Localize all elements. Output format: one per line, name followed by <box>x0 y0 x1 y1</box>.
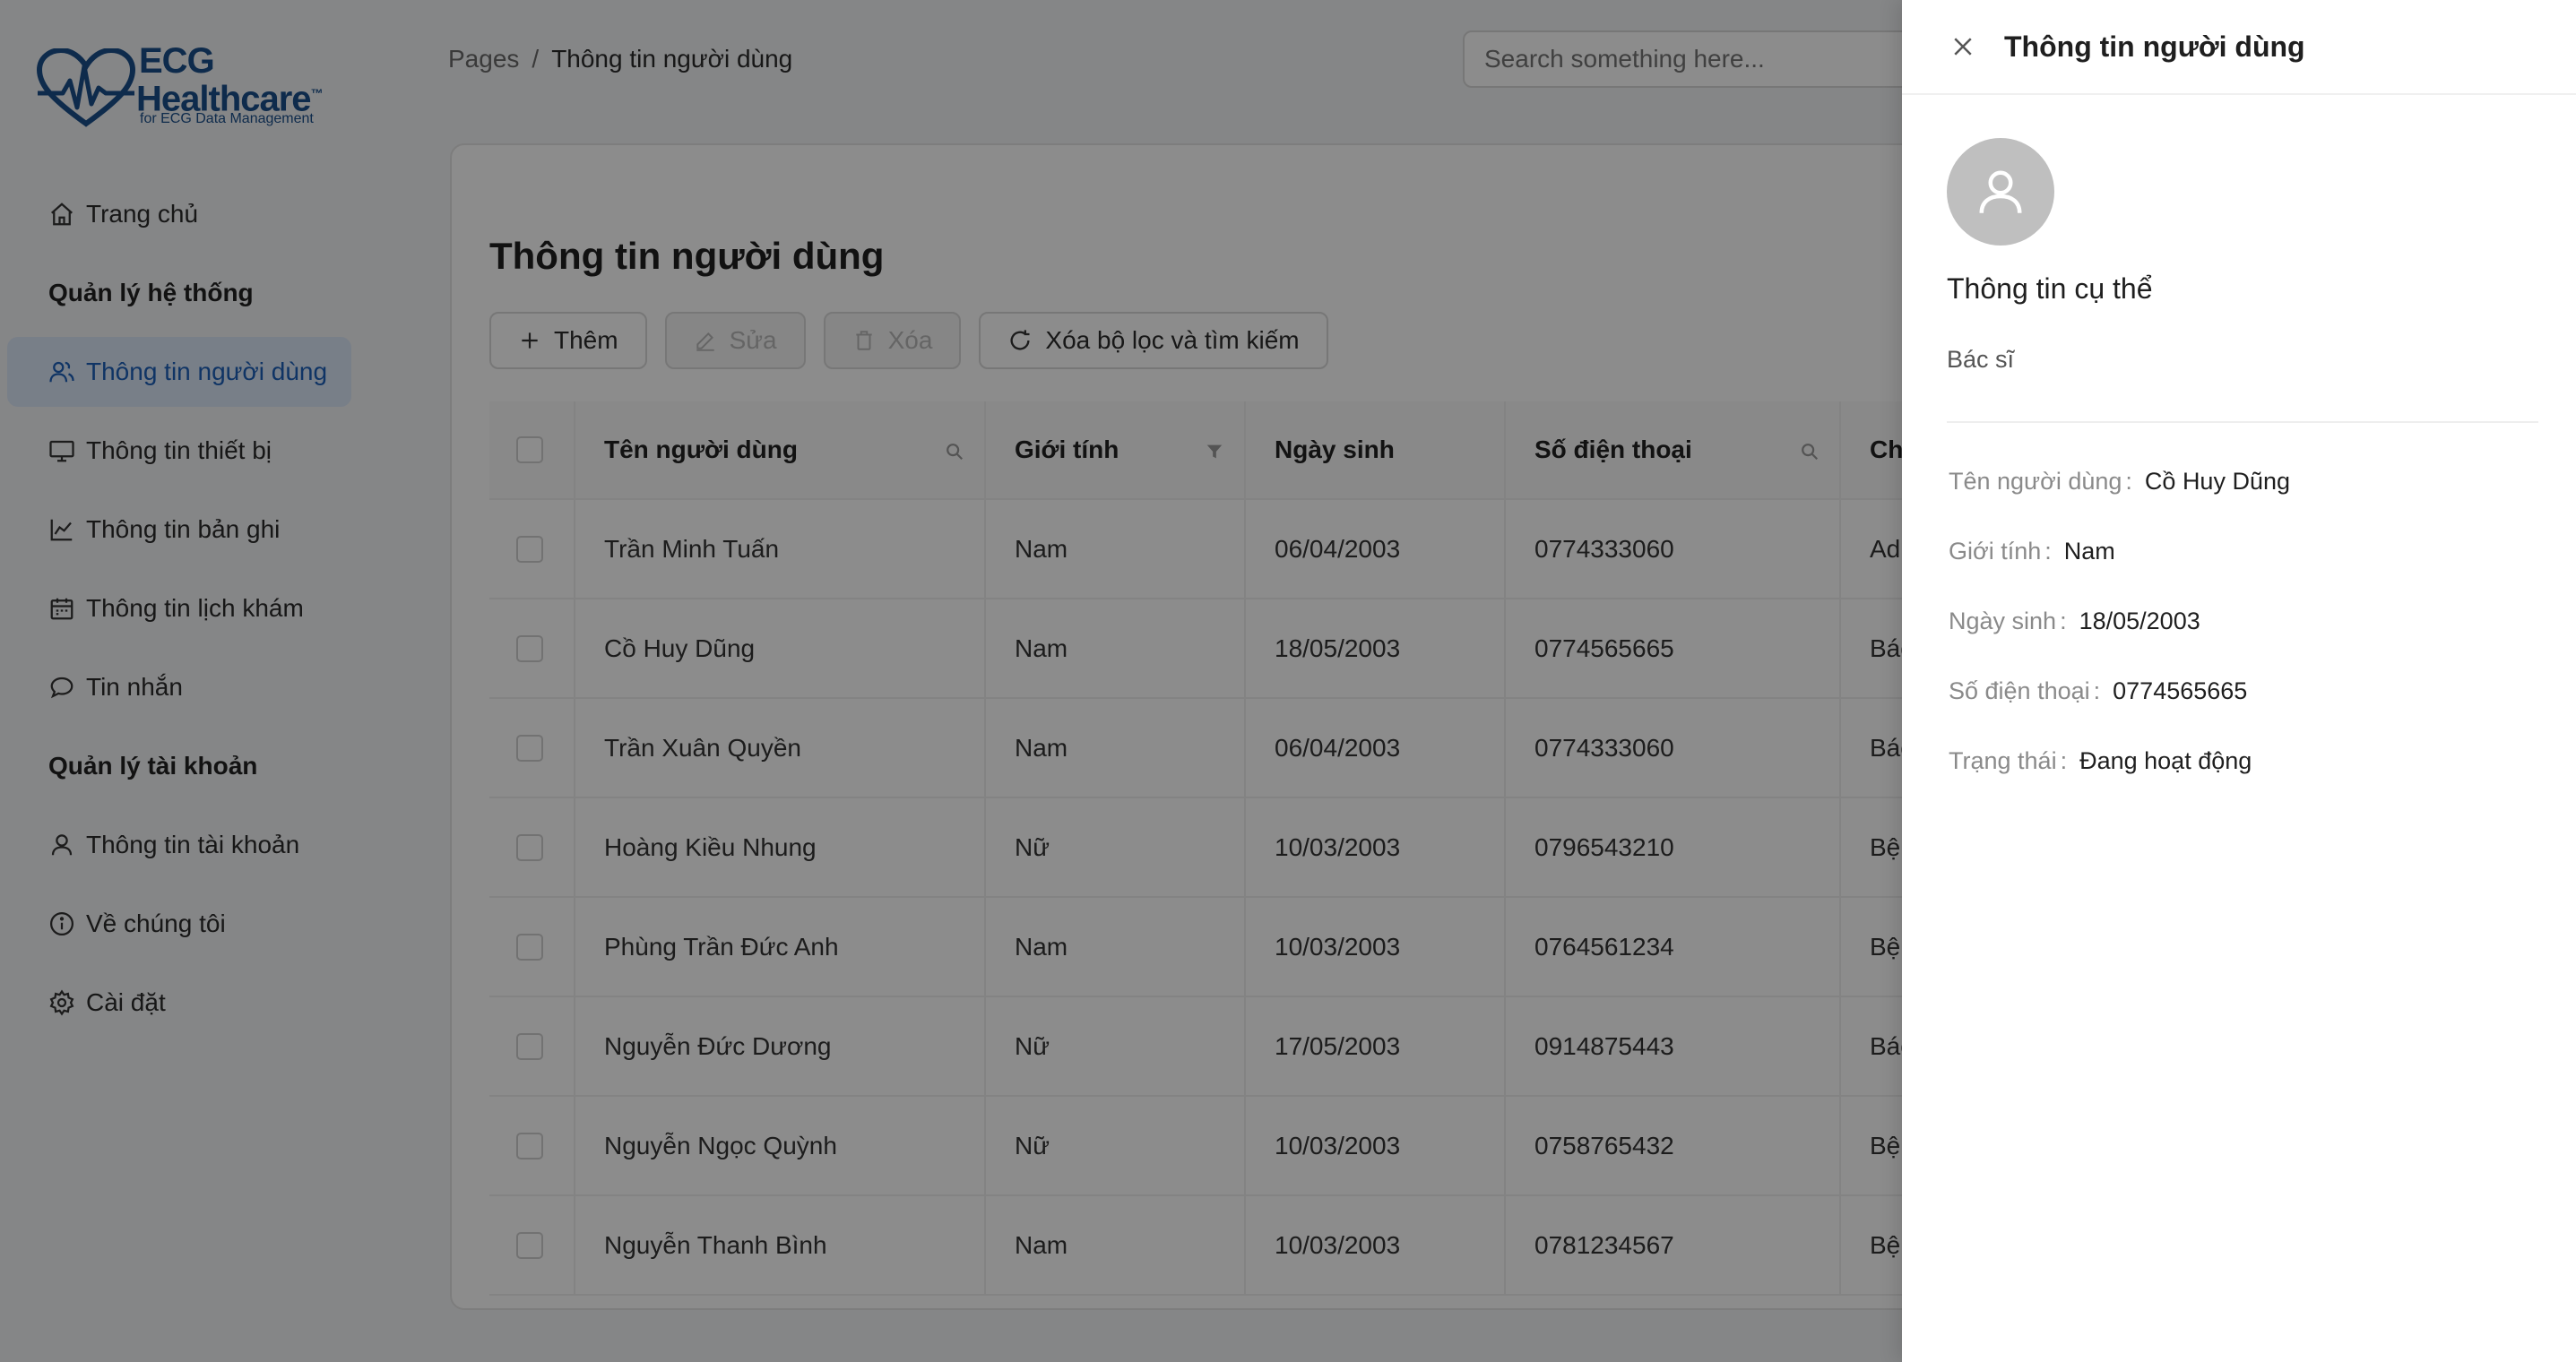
divider <box>1947 421 2538 423</box>
info-value: 18/05/2003 <box>2079 608 2200 634</box>
info-colon: : <box>2093 677 2101 704</box>
user-avatar-icon <box>1979 170 2022 213</box>
info-value: Cồ Huy Dũng <box>2144 468 2291 495</box>
info-row-gender: Giới tính: Nam <box>1949 538 2290 608</box>
info-colon: : <box>2060 747 2068 774</box>
user-detail-drawer: Thông tin người dùng Thông tin cụ thể Bá… <box>1902 0 2576 1362</box>
info-colon: : <box>2060 608 2067 634</box>
info-label: Trạng thái <box>1949 747 2057 774</box>
info-row-dob: Ngày sinh:18/05/2003 <box>1949 608 2290 677</box>
avatar <box>1947 138 2054 246</box>
info-colon: : <box>2125 468 2132 495</box>
info-row-status: Trạng thái: Đang hoạt động <box>1949 747 2290 817</box>
info-value: 0774565665 <box>2113 677 2248 704</box>
info-row-phone: Số điện thoại:0774565665 <box>1949 677 2290 747</box>
info-value: Nam <box>2063 538 2115 565</box>
user-role: Bác sĩ <box>1947 346 2015 373</box>
info-label: Số điện thoại <box>1949 677 2090 704</box>
detail-section-title: Thông tin cụ thể <box>1947 272 2153 305</box>
close-icon[interactable] <box>1947 30 1979 63</box>
drawer-title: Thông tin người dùng <box>2004 30 2305 63</box>
info-label: Ngày sinh <box>1949 608 2057 634</box>
user-info-list: Tên người dùng: Cồ Huy Dũng Giới tính: Nam… <box>1949 468 2290 817</box>
info-value: Đang hoạt động <box>2079 747 2252 774</box>
info-label: Tên người dùng <box>1949 468 2122 495</box>
info-row-name: Tên người dùng: Cồ Huy Dũng <box>1949 468 2290 538</box>
info-colon: : <box>2044 538 2052 565</box>
info-label: Giới tính <box>1949 538 2042 565</box>
drawer-header: Thông tin người dùng <box>1902 0 2576 95</box>
